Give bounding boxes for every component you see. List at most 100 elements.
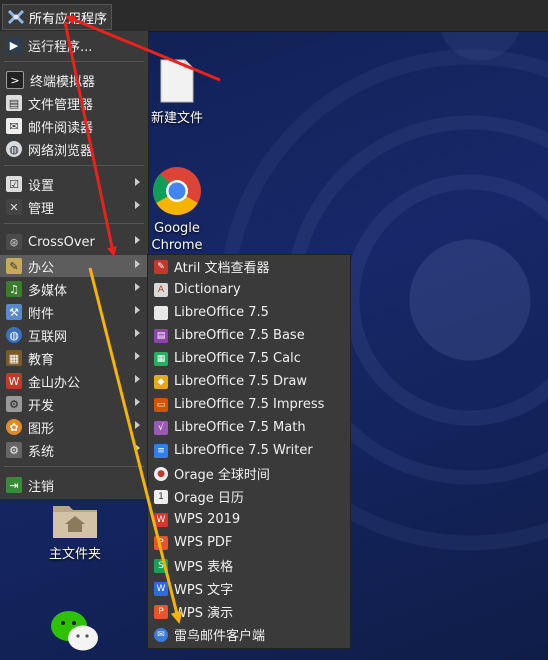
submenu-item-label: Orage 全球时间 xyxy=(174,468,270,483)
submenu-arrow-icon xyxy=(135,329,140,337)
menu-item-admin[interactable]: ✕ 管理 xyxy=(0,196,148,218)
submenu-item-atril[interactable]: ✎ Atril 文档查看器 xyxy=(148,255,350,278)
submenu-arrow-icon xyxy=(135,375,140,383)
menu-item-terminal[interactable]: > 终端模拟器 xyxy=(0,69,148,91)
libreoffice-base-icon: ▤ xyxy=(154,328,168,343)
wps-presentation-icon: P xyxy=(154,604,168,619)
admin-icon: ✕ xyxy=(6,199,22,215)
libreoffice-draw-icon: ◆ xyxy=(154,374,168,389)
menu-separator xyxy=(4,165,144,166)
submenu-item-libreoffice-writer[interactable]: ≡ LibreOffice 7.5 Writer xyxy=(148,439,350,462)
libreoffice-math-icon: √ xyxy=(154,420,168,435)
submenu-item-wps-presentation[interactable]: P WPS 演示 xyxy=(148,600,350,623)
menu-item-graphics[interactable]: ✿ 图形 xyxy=(0,416,148,438)
web-browser-icon: ◍ xyxy=(6,141,22,157)
office-icon: ✎ xyxy=(6,258,22,274)
applications-menu: ▶ 运行程序... > 终端模拟器 ▤ 文件管理器 ✉ 邮件阅读器 ◍ 网络浏览… xyxy=(0,31,149,499)
menu-item-label: 终端模拟器 xyxy=(30,74,96,90)
submenu-item-label: WPS PDF xyxy=(174,535,233,550)
menu-item-label: 运行程序... xyxy=(28,39,93,55)
desktop: 新建文件 Google Chrome 主文件夹 所有应用程序 ▶ 运行程序...… xyxy=(0,0,548,660)
menu-item-label: 开发 xyxy=(28,398,55,414)
desktop-icon-wechat[interactable] xyxy=(46,608,104,654)
desktop-icon-home-folder[interactable]: 主文件夹 xyxy=(44,500,106,563)
accessories-icon: ⚒ xyxy=(6,304,22,320)
desktop-icon-chrome[interactable]: Google Chrome xyxy=(146,166,208,254)
submenu-arrow-icon xyxy=(135,398,140,406)
submenu-item-label: LibreOffice 7.5 Math xyxy=(174,420,306,435)
desktop-icon-label: 新建文件 xyxy=(150,111,203,126)
menu-item-label: 教育 xyxy=(28,352,55,368)
submenu-item-wps-2019[interactable]: W WPS 2019 xyxy=(148,508,350,531)
menu-item-label: 办公 xyxy=(28,260,55,276)
submenu-item-orage-globaltime[interactable]: ● Orage 全球时间 xyxy=(148,462,350,485)
submenu-item-wps-pdf[interactable]: P WPS PDF xyxy=(148,531,350,554)
submenu-item-orage-calendar[interactable]: 1 Orage 日历 xyxy=(148,485,350,508)
menu-item-system[interactable]: ⚙ 系统 xyxy=(0,439,148,461)
submenu-item-libreoffice-calc[interactable]: ▦ LibreOffice 7.5 Calc xyxy=(148,347,350,370)
menu-item-web-browser[interactable]: ◍ 网络浏览器 xyxy=(0,138,148,160)
multimedia-icon: ♫ xyxy=(6,281,22,297)
submenu-item-label: WPS 文字 xyxy=(174,583,234,598)
file-manager-icon: ▤ xyxy=(6,95,22,111)
menu-item-label: 系统 xyxy=(28,444,55,460)
submenu-item-label: WPS 演示 xyxy=(174,606,234,621)
submenu-arrow-icon xyxy=(135,236,140,244)
settings-icon: ☑ xyxy=(6,176,22,192)
submenu-item-libreoffice-base[interactable]: ▤ LibreOffice 7.5 Base xyxy=(148,324,350,347)
menu-item-label: 金山办公 xyxy=(28,375,81,391)
office-submenu: ✎ Atril 文档查看器 A Dictionary LibreOffice 7… xyxy=(147,254,351,649)
top-panel: 所有应用程序 xyxy=(0,0,548,32)
submenu-item-wps-writer[interactable]: W WPS 文字 xyxy=(148,577,350,600)
menu-item-crossover[interactable]: ⊛ CrossOver xyxy=(0,231,148,253)
menu-item-label: 管理 xyxy=(28,201,55,217)
menu-item-multimedia[interactable]: ♫ 多媒体 xyxy=(0,278,148,300)
wps-pdf-icon: P xyxy=(154,535,168,550)
libreoffice-calc-icon: ▦ xyxy=(154,351,168,366)
wps-writer-icon: W xyxy=(154,581,168,596)
menu-item-mail-reader[interactable]: ✉ 邮件阅读器 xyxy=(0,115,148,137)
all-applications-button[interactable]: 所有应用程序 xyxy=(2,4,113,30)
submenu-item-label: 雷鸟邮件客户端 xyxy=(174,629,266,644)
submenu-item-thunderbird[interactable]: ✉ 雷鸟邮件客户端 xyxy=(148,623,350,646)
menu-item-development[interactable]: ⚙ 开发 xyxy=(0,393,148,415)
wps-spreadsheet-icon: S xyxy=(154,558,168,573)
menu-separator xyxy=(4,466,144,467)
menu-item-file-manager[interactable]: ▤ 文件管理器 xyxy=(0,92,148,114)
submenu-item-label: LibreOffice 7.5 Calc xyxy=(174,351,301,366)
development-icon: ⚙ xyxy=(6,396,22,412)
menu-separator xyxy=(4,223,144,224)
submenu-item-label: LibreOffice 7.5 xyxy=(174,305,269,320)
desktop-icon-label: Chrome xyxy=(151,238,203,253)
submenu-arrow-icon xyxy=(135,421,140,429)
libreoffice-impress-icon: ▭ xyxy=(154,397,168,412)
kingsoft-office-icon: W xyxy=(6,373,22,389)
menu-item-label: 注销 xyxy=(28,479,55,495)
submenu-item-label: Orage 日历 xyxy=(174,491,244,506)
menu-item-office[interactable]: ✎ 办公 xyxy=(0,255,148,277)
dictionary-icon: A xyxy=(154,282,168,297)
menu-item-label: 网络浏览器 xyxy=(28,143,94,159)
submenu-item-libreoffice-math[interactable]: √ LibreOffice 7.5 Math xyxy=(148,416,350,439)
menu-item-education[interactable]: ▦ 教育 xyxy=(0,347,148,369)
crossover-icon: ⊛ xyxy=(6,234,22,250)
submenu-item-dictionary[interactable]: A Dictionary xyxy=(148,278,350,301)
menu-item-run-program[interactable]: ▶ 运行程序... xyxy=(0,34,148,56)
menu-item-accessories[interactable]: ⚒ 附件 xyxy=(0,301,148,323)
menu-item-kingsoft-office[interactable]: W 金山办公 xyxy=(0,370,148,392)
menu-item-settings[interactable]: ☑ 设置 xyxy=(0,173,148,195)
desktop-icon-new-file[interactable]: 新建文件 xyxy=(146,58,208,127)
submenu-item-label: WPS 2019 xyxy=(174,512,241,527)
submenu-item-libreoffice[interactable]: LibreOffice 7.5 xyxy=(148,301,350,324)
menu-item-logout[interactable]: ⇥ 注销 xyxy=(0,474,148,496)
submenu-item-libreoffice-draw[interactable]: ◆ LibreOffice 7.5 Draw xyxy=(148,370,350,393)
submenu-arrow-icon xyxy=(135,352,140,360)
submenu-item-libreoffice-impress[interactable]: ▭ LibreOffice 7.5 Impress xyxy=(148,393,350,416)
run-program-icon: ▶ xyxy=(6,37,22,53)
terminal-icon: > xyxy=(6,71,24,89)
submenu-item-label: Atril 文档查看器 xyxy=(174,261,270,276)
system-icon: ⚙ xyxy=(6,442,22,458)
menu-item-internet[interactable]: ◍ 互联网 xyxy=(0,324,148,346)
desktop-icon-label: Google xyxy=(154,221,200,236)
submenu-item-wps-spreadsheet[interactable]: S WPS 表格 xyxy=(148,554,350,577)
